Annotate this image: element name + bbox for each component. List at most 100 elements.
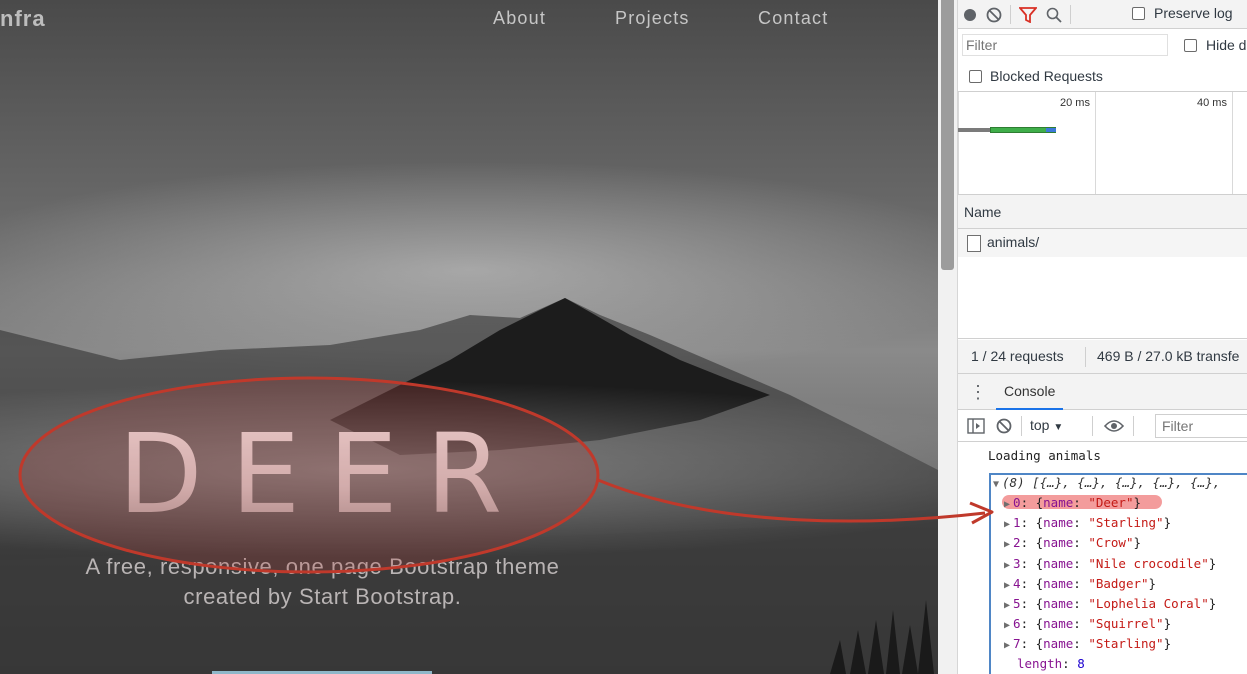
preserve-log-label: Preserve log <box>1154 5 1233 21</box>
separator <box>1085 347 1086 367</box>
collapsed-triangle-icon[interactable]: ▶ <box>1004 519 1010 530</box>
console-filter-input[interactable]: Filter <box>1155 414 1247 438</box>
item-value: "Starling" <box>1088 636 1164 652</box>
item-index: 6 <box>1013 616 1021 632</box>
console-log-message: Loading animals <box>988 448 1101 463</box>
item-key: name <box>1043 495 1074 510</box>
dropdown-caret-icon: ▼ <box>1053 422 1064 433</box>
array-summary[interactable]: ▼ (8) [{…}, {…}, {…}, {…}, {…}, <box>993 475 1220 490</box>
length-value: 8 <box>1077 656 1085 671</box>
item-index: 5 <box>1013 596 1021 611</box>
array-item-5[interactable]: ▶ 5: {name: "Lophelia Coral"} <box>1004 596 1216 611</box>
array-item-4[interactable]: ▶ 4: {name: "Badger"} <box>1004 576 1156 591</box>
array-item-1[interactable]: ▶ 1: {name: "Starling"} <box>1004 515 1171 530</box>
website-viewport: nfra About Projects Contact DEER A free,… <box>0 0 938 674</box>
array-item-6[interactable]: ▶ 6: {name: "Squirrel"} <box>1004 616 1171 631</box>
item-index: 1 <box>1013 515 1021 531</box>
network-filter-row: Filter Hide d <box>958 30 1247 60</box>
collapsed-triangle-icon[interactable]: ▶ <box>1004 580 1010 591</box>
timeline-gridline <box>1095 92 1096 194</box>
name-column-header[interactable]: Name <box>964 204 1001 220</box>
separator <box>1092 416 1093 436</box>
item-index: 7 <box>1013 636 1021 652</box>
item-key: name <box>1043 515 1074 531</box>
item-key: name <box>1043 596 1074 611</box>
item-index: 3 <box>1013 555 1021 571</box>
collapsed-triangle-icon[interactable]: ▶ <box>1004 620 1010 631</box>
timeline-tick-label: 20 ms <box>1060 97 1090 109</box>
array-summary-text: (8) [{…}, {…}, {…}, {…}, {…}, <box>1002 475 1221 490</box>
separator <box>1021 416 1022 436</box>
item-key: name <box>1043 575 1074 591</box>
item-value: "Deer" <box>1088 495 1134 510</box>
item-value: "Starling" <box>1088 515 1164 531</box>
item-key: name <box>1043 555 1074 571</box>
more-vertical-icon[interactable]: ⋮ <box>968 382 988 402</box>
item-value: "Squirrel" <box>1088 616 1164 632</box>
request-count: 1 / 24 requests <box>971 348 1064 364</box>
tab-console[interactable]: Console <box>996 374 1064 410</box>
item-index: 0 <box>1013 495 1021 510</box>
document-icon <box>967 235 981 252</box>
eye-icon[interactable] <box>1103 416 1125 436</box>
requests-table-header: Name <box>958 195 1247 229</box>
collapsed-triangle-icon[interactable]: ▶ <box>1004 560 1010 571</box>
array-item-3[interactable]: ▶ 3: {name: "Nile crocodile"} <box>1004 556 1216 571</box>
context-selector[interactable]: top ▼ <box>1030 417 1063 433</box>
hide-data-urls-checkbox[interactable] <box>1184 39 1197 52</box>
blocked-requests-checkbox[interactable] <box>969 70 982 83</box>
network-status-bar: 1 / 24 requests 469 B / 27.0 kB transfe <box>958 340 1247 374</box>
site-brand[interactable]: nfra <box>0 6 46 32</box>
hero-subtitle-line-2: created by Start Bootstrap. <box>183 584 462 609</box>
preserve-log-checkbox[interactable] <box>1132 7 1145 20</box>
devtools-panel: Preserve log Filter Hide d Blocked Reque… <box>938 0 1247 674</box>
transfer-size: 469 B / 27.0 kB transfe <box>1097 348 1240 364</box>
timeline-gridline <box>1232 92 1233 194</box>
console-toolbar: top ▼ Filter <box>958 410 1247 442</box>
collapsed-triangle-icon[interactable]: ▶ <box>1004 600 1010 611</box>
request-name: animals/ <box>987 234 1040 250</box>
separator <box>1010 5 1011 24</box>
collapsed-triangle-icon[interactable]: ▶ <box>1004 539 1010 550</box>
clear-console-icon[interactable] <box>994 416 1014 436</box>
item-value: "Lophelia Coral" <box>1088 596 1209 611</box>
item-index: 2 <box>1013 535 1021 551</box>
timeline-gridline <box>958 92 959 194</box>
timeline-bar-download <box>1046 128 1056 132</box>
filter-icon[interactable] <box>1018 5 1038 25</box>
request-row[interactable]: animals/ <box>958 229 1247 257</box>
collapsed-triangle-icon[interactable]: ▶ <box>1004 499 1010 510</box>
blocked-requests-label: Blocked Requests <box>990 68 1103 84</box>
clear-icon[interactable] <box>984 5 1004 25</box>
network-filter-input[interactable]: Filter <box>962 34 1168 56</box>
search-icon[interactable] <box>1044 5 1064 25</box>
page-scrollbar[interactable] <box>938 0 958 674</box>
array-item-0[interactable]: ▶ 0: {name: "Deer"} <box>1004 495 1141 510</box>
hero-subtitle-line-1: A free, responsive, one page Bootstrap t… <box>85 554 560 579</box>
sidebar-toggle-icon[interactable] <box>966 416 986 436</box>
separator <box>1070 5 1071 24</box>
separator <box>1133 416 1134 436</box>
blocked-requests-row: Blocked Requests <box>958 61 1247 91</box>
length-key: length <box>1017 656 1063 671</box>
item-key: name <box>1043 636 1074 652</box>
array-item-7[interactable]: ▶ 7: {name: "Starling"} <box>1004 636 1171 651</box>
item-key: name <box>1043 616 1074 632</box>
context-value: top <box>1030 417 1050 433</box>
expanded-triangle-icon[interactable]: ▼ <box>993 479 999 490</box>
hero-subtitle: A free, responsive, one page Bootstrap t… <box>20 552 625 612</box>
scrollbar-thumb[interactable] <box>941 0 954 270</box>
timeline-tick-label: 40 ms <box>1197 97 1227 109</box>
record-icon[interactable] <box>961 6 979 24</box>
nav-projects[interactable]: Projects <box>615 8 690 29</box>
hero-title: DEER <box>118 410 538 538</box>
collapsed-triangle-icon[interactable]: ▶ <box>1004 640 1010 651</box>
array-item-2[interactable]: ▶ 2: {name: "Crow"} <box>1004 535 1141 550</box>
timeline-bar-waiting <box>958 128 990 132</box>
requests-empty-area <box>958 257 1247 339</box>
nav-about[interactable]: About <box>493 8 546 29</box>
nav-contact[interactable]: Contact <box>758 8 828 29</box>
hide-data-urls-label: Hide d <box>1206 37 1247 53</box>
item-value: "Crow" <box>1088 535 1134 551</box>
network-timeline[interactable]: 20 ms 40 ms <box>958 91 1247 195</box>
